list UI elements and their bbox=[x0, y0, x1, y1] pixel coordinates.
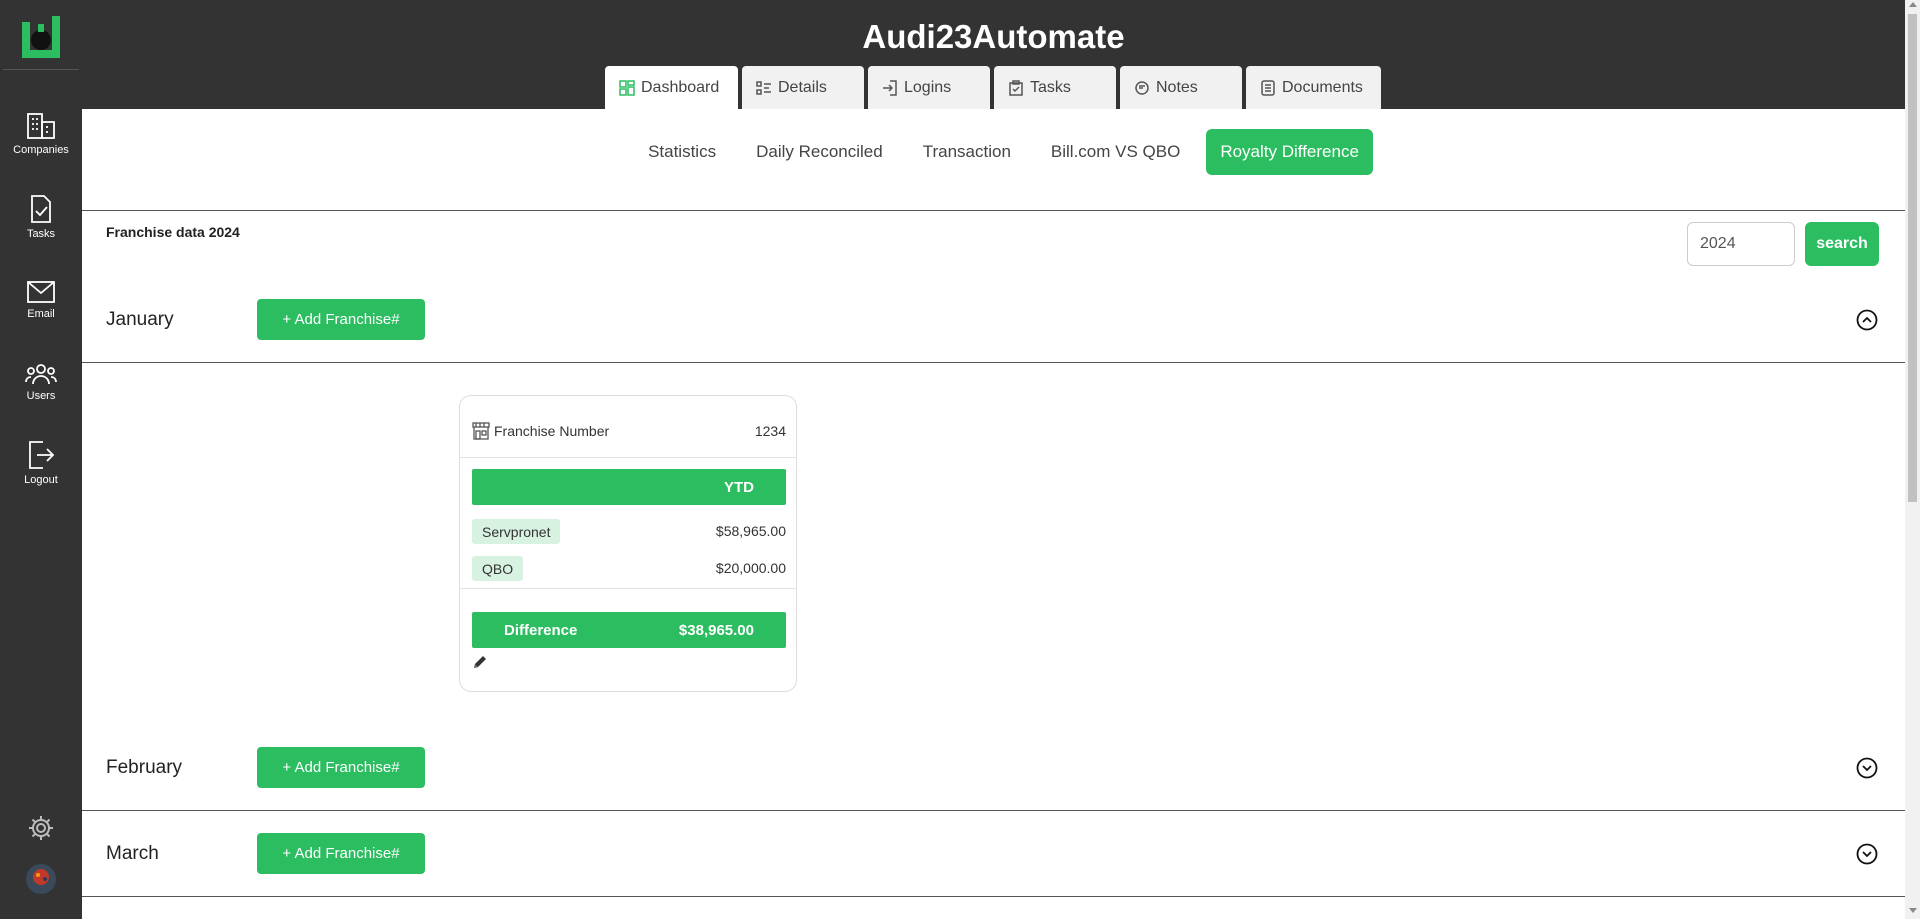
chevron-up-icon[interactable] bbox=[1856, 309, 1878, 331]
divider bbox=[82, 896, 1905, 897]
divider bbox=[82, 362, 1905, 363]
pencil-icon[interactable] bbox=[472, 654, 488, 670]
scrollbar-thumb[interactable] bbox=[1908, 14, 1917, 502]
task-check-icon bbox=[31, 195, 51, 223]
subtab-transaction[interactable]: Transaction bbox=[909, 129, 1025, 175]
logout-icon bbox=[29, 441, 55, 469]
difference-value: $38,965.00 bbox=[678, 621, 754, 639]
sidebar-item-email[interactable]: Email bbox=[0, 280, 82, 320]
sidebar-item-logout[interactable]: Logout bbox=[0, 440, 82, 486]
month-label-march: March bbox=[106, 843, 159, 864]
sidebar-item-users[interactable]: Users bbox=[0, 362, 82, 402]
month-label-february: February bbox=[106, 757, 183, 778]
divider bbox=[82, 210, 1905, 211]
difference-label: Difference bbox=[504, 621, 578, 639]
tab-label: Logins bbox=[904, 78, 952, 96]
servpronet-tag: Servpronet bbox=[472, 519, 561, 544]
section-title: Franchise data 2024 bbox=[106, 224, 240, 240]
scroll-down-arrow[interactable] bbox=[1908, 908, 1917, 913]
sidebar-item-label: Email bbox=[27, 308, 55, 320]
logo-divider bbox=[3, 69, 79, 70]
tab-label: Tasks bbox=[1030, 78, 1071, 96]
tab-details[interactable]: Details bbox=[742, 66, 864, 109]
servpronet-value: $58,965.00 bbox=[715, 523, 786, 539]
add-franchise-button-march[interactable]: + Add Franchise# bbox=[257, 833, 425, 874]
subtab-royalty-difference[interactable]: Royalty Difference bbox=[1206, 129, 1373, 175]
qbo-value: $20,000.00 bbox=[715, 560, 786, 576]
dashboard-icon bbox=[619, 79, 635, 96]
tab-label: Notes bbox=[1156, 78, 1198, 96]
tab-dashboard[interactable]: Dashboard bbox=[605, 66, 738, 109]
add-franchise-button-february[interactable]: + Add Franchise# bbox=[257, 747, 425, 788]
user-avatar[interactable] bbox=[0, 864, 82, 899]
tab-documents[interactable]: Documents bbox=[1246, 66, 1381, 109]
year-input[interactable] bbox=[1687, 222, 1795, 266]
ytd-header: YTD bbox=[472, 469, 786, 505]
sidebar-item-label: Logout bbox=[24, 474, 58, 486]
search-button[interactable]: search bbox=[1805, 222, 1879, 266]
card-divider bbox=[460, 457, 796, 458]
franchise-card: Franchise Number 1234 YTD Servpronet $58… bbox=[459, 395, 797, 692]
scroll-up-arrow[interactable] bbox=[1908, 2, 1917, 7]
settings-button[interactable] bbox=[0, 814, 82, 847]
franchise-number-value: 1234 bbox=[754, 423, 786, 439]
tab-label: Dashboard bbox=[641, 78, 720, 96]
login-icon bbox=[883, 79, 897, 96]
difference-bar: Difference $38,965.00 bbox=[472, 612, 786, 648]
main-content: Statistics Daily Reconciled Transaction … bbox=[82, 109, 1905, 919]
sidebar-item-label: Tasks bbox=[26, 228, 56, 240]
sidebar-item-label: Companies bbox=[13, 144, 69, 156]
notes-icon bbox=[1135, 80, 1149, 95]
sidebar-item-tasks[interactable]: Tasks bbox=[0, 194, 82, 240]
tab-tasks[interactable]: Tasks bbox=[994, 66, 1116, 109]
divider bbox=[82, 810, 1905, 811]
chevron-down-icon[interactable] bbox=[1856, 757, 1878, 779]
qbo-tag: QBO bbox=[472, 556, 524, 581]
franchise-number-row: Franchise Number 1234 bbox=[472, 420, 786, 442]
sidebar-item-label: Users bbox=[26, 390, 56, 402]
tab-label: Details bbox=[778, 78, 827, 96]
subtab-billcom-vs-qbo[interactable]: Bill.com VS QBO bbox=[1037, 129, 1194, 175]
building-icon bbox=[27, 113, 55, 139]
app-logo[interactable] bbox=[22, 16, 60, 58]
main-tabs: Dashboard Details Logins Tasks Notes Doc… bbox=[605, 66, 1385, 109]
tab-label: Documents bbox=[1282, 78, 1363, 96]
sidebar-item-companies[interactable]: Companies bbox=[0, 112, 82, 156]
tab-logins[interactable]: Logins bbox=[868, 66, 990, 109]
users-icon bbox=[25, 364, 57, 385]
sub-tabs: Statistics Daily Reconciled Transaction … bbox=[82, 129, 1905, 175]
sidebar: Companies Tasks Email Users Logout bbox=[0, 0, 82, 919]
subtab-daily-reconciled[interactable]: Daily Reconciled bbox=[742, 129, 897, 175]
franchise-number-label: Franchise Number bbox=[494, 423, 610, 439]
subtab-statistics[interactable]: Statistics bbox=[634, 129, 730, 175]
documents-icon bbox=[1261, 79, 1275, 96]
details-list-icon bbox=[756, 80, 771, 95]
card-divider bbox=[460, 588, 796, 589]
chevron-down-icon[interactable] bbox=[1856, 843, 1878, 865]
store-icon bbox=[472, 422, 490, 440]
month-label-january: January bbox=[106, 309, 174, 330]
mail-icon bbox=[27, 281, 55, 303]
clipboard-check-icon bbox=[1009, 79, 1023, 96]
add-franchise-button-january[interactable]: + Add Franchise# bbox=[257, 299, 425, 340]
app-title: Audi23Automate bbox=[862, 18, 1125, 55]
header: Audi23Automate Dashboard Details Logins … bbox=[82, 0, 1905, 109]
gear-icon bbox=[29, 816, 53, 840]
tab-notes[interactable]: Notes bbox=[1120, 66, 1242, 109]
avatar bbox=[26, 864, 56, 894]
